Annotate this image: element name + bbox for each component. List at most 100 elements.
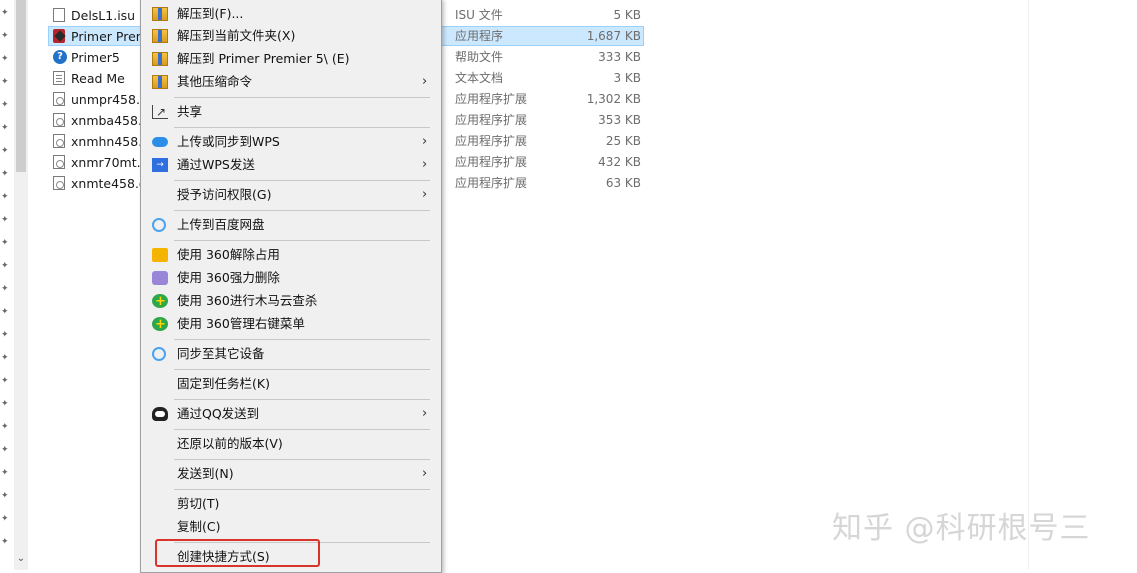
menu-item-qq-send[interactable]: 通过QQ发送到 › — [144, 403, 438, 425]
pin-icon[interactable]: ✦ — [1, 491, 11, 501]
menu-item-pin-taskbar[interactable]: 固定到任务栏(K) — [144, 373, 438, 395]
baidu-sync-icon — [152, 347, 166, 361]
pin-icon[interactable]: ✦ — [1, 54, 11, 64]
help-icon: ? — [53, 50, 67, 64]
menu-item-label: 授予访问权限(G) — [177, 187, 272, 202]
pin-icon[interactable]: ✦ — [1, 445, 11, 455]
chevron-right-icon: › — [422, 157, 428, 172]
pin-icon[interactable]: ✦ — [1, 514, 11, 524]
file-name: xnmr70mt.d — [71, 155, 149, 170]
context-menu: 解压到(F)... 解压到当前文件夹(X) 解压到 Primer Premier… — [140, 0, 442, 573]
annotation-highlight-box — [155, 539, 320, 567]
dll-icon — [53, 113, 65, 127]
menu-item-label: 发送到(N) — [177, 466, 234, 481]
menu-item-label: 上传或同步到WPS — [177, 134, 280, 149]
360-unlock-icon — [152, 248, 168, 262]
file-size: 3 KB — [613, 71, 641, 85]
menu-item-grant-access[interactable]: 授予访问权限(G) › — [144, 184, 438, 206]
pin-icon[interactable]: ✦ — [1, 77, 11, 87]
menu-separator — [174, 180, 430, 181]
winrar-icon — [152, 7, 168, 21]
menu-separator — [174, 339, 430, 340]
menu-item-restore-versions[interactable]: 还原以前的版本(V) — [144, 433, 438, 455]
pin-icon[interactable]: ✦ — [1, 169, 11, 179]
pin-icon[interactable]: ✦ — [1, 376, 11, 386]
text-document-icon — [53, 71, 65, 85]
pin-icon[interactable]: ✦ — [1, 215, 11, 225]
chevron-right-icon: › — [422, 187, 428, 202]
menu-item-label: 使用 360管理右键菜单 — [177, 316, 305, 331]
menu-separator — [174, 429, 430, 430]
pin-icon[interactable]: ✦ — [1, 284, 11, 294]
menu-item-copy[interactable]: 复制(C) — [144, 516, 438, 538]
pin-icon[interactable]: ✦ — [1, 100, 11, 110]
pin-icon[interactable]: ✦ — [1, 353, 11, 363]
file-name: xnmhn458.d — [71, 134, 151, 149]
file-name: Primer5 — [71, 50, 120, 65]
menu-item-label: 使用 360进行木马云查杀 — [177, 293, 318, 308]
pin-icon[interactable]: ✦ — [1, 399, 11, 409]
scrollbar-thumb[interactable] — [16, 0, 26, 172]
winrar-icon — [152, 75, 168, 89]
pin-icon[interactable]: ✦ — [1, 468, 11, 478]
menu-item-label: 通过QQ发送到 — [177, 406, 260, 421]
menu-item-wps-upload[interactable]: 上传或同步到WPS › — [144, 131, 438, 153]
menu-item-label: 使用 360强力删除 — [177, 270, 280, 285]
menu-item-label: 解压到当前文件夹(X) — [177, 28, 296, 43]
menu-separator — [174, 127, 430, 128]
quick-access-pin-strip: ✦ ✦ ✦ ✦ ✦ ✦ ✦ ✦ ✦ ✦ ✦ ✦ ✦ ✦ ✦ ✦ ✦ ✦ ✦ ✦ … — [0, 0, 14, 570]
file-size: 1,302 KB — [586, 92, 641, 106]
chevron-right-icon: › — [422, 406, 428, 421]
menu-item-label: 复制(C) — [177, 519, 221, 534]
menu-item-extract-here[interactable]: 解压到当前文件夹(X) — [144, 25, 438, 47]
column-divider — [1028, 0, 1029, 570]
menu-item-baidu-upload[interactable]: 上传到百度网盘 — [144, 214, 438, 236]
pin-icon[interactable]: ✦ — [1, 8, 11, 18]
pin-icon[interactable]: ✦ — [1, 261, 11, 271]
menu-item-label: 通过WPS发送 — [177, 157, 255, 172]
menu-item-send-to[interactable]: 发送到(N) › — [144, 463, 438, 485]
file-type: 文本文档 — [455, 71, 504, 85]
winrar-icon — [152, 29, 168, 43]
pin-icon[interactable]: ✦ — [1, 146, 11, 156]
file-type: 应用程序扩展 — [455, 134, 528, 148]
pin-icon[interactable]: ✦ — [1, 537, 11, 547]
menu-item-label: 使用 360解除占用 — [177, 247, 280, 262]
dll-icon — [53, 134, 65, 148]
file-size: 1,687 KB — [586, 29, 641, 43]
pin-icon[interactable]: ✦ — [1, 31, 11, 41]
file-name: xnmba458.d — [71, 113, 150, 128]
menu-item-other-compress[interactable]: 其他压缩命令 › — [144, 71, 438, 93]
menu-item-360-delete[interactable]: 使用 360强力删除 — [144, 267, 438, 289]
pin-icon[interactable]: ✦ — [1, 192, 11, 202]
menu-item-label: 剪切(T) — [177, 496, 220, 511]
chevron-right-icon: › — [422, 74, 428, 89]
pin-icon[interactable]: ✦ — [1, 123, 11, 133]
pin-icon[interactable]: ✦ — [1, 330, 11, 340]
menu-item-sync-devices[interactable]: 同步至其它设备 — [144, 343, 438, 365]
menu-item-share[interactable]: 共享 — [144, 101, 438, 123]
pin-icon[interactable]: ✦ — [1, 307, 11, 317]
navigation-scrollbar[interactable]: ⌄ — [14, 0, 28, 570]
menu-item-cut[interactable]: 剪切(T) — [144, 493, 438, 515]
menu-item-extract-to-folder[interactable]: 解压到 Primer Premier 5\ (E) — [144, 48, 438, 70]
chevron-right-icon: › — [422, 134, 428, 149]
menu-item-360-unlock[interactable]: 使用 360解除占用 — [144, 244, 438, 266]
primer-app-icon — [53, 29, 66, 43]
file-name: xnmte458.dl — [71, 176, 151, 191]
menu-item-360-scan[interactable]: 使用 360进行木马云查杀 — [144, 290, 438, 313]
file-name: Read Me — [71, 71, 125, 86]
qq-icon — [152, 407, 168, 421]
menu-item-360-manage[interactable]: 使用 360管理右键菜单 — [144, 313, 438, 336]
file-type: ISU 文件 — [455, 8, 503, 22]
file-type: 应用程序扩展 — [455, 176, 528, 190]
pin-icon[interactable]: ✦ — [1, 422, 11, 432]
pin-icon[interactable]: ✦ — [1, 238, 11, 248]
file-name: Primer Prem — [71, 29, 148, 44]
wps-cloud-icon — [152, 137, 168, 147]
menu-item-extract-to[interactable]: 解压到(F)... — [144, 3, 438, 25]
scroll-down-icon[interactable]: ⌄ — [16, 552, 26, 566]
file-type: 帮助文件 — [455, 50, 504, 64]
document-icon — [53, 8, 65, 22]
menu-item-wps-send[interactable]: → 通过WPS发送 › — [144, 154, 438, 176]
